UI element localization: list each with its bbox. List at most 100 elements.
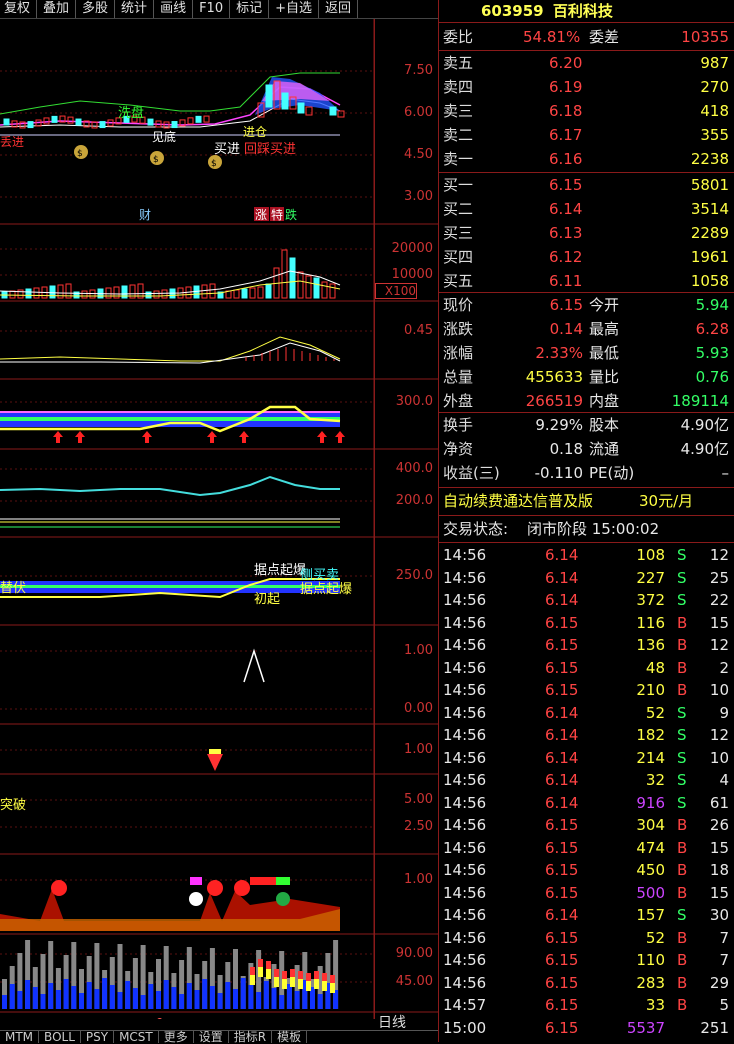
tick-time: 14:56 [443, 613, 487, 632]
chu-label: 初起 [254, 592, 280, 607]
candle [203, 115, 210, 123]
indicator-tab[interactable]: MTM [0, 1031, 40, 1043]
tick-count: 18 [709, 861, 729, 879]
tick-price: 6.14 [545, 568, 579, 587]
period-selector[interactable]: 日线 [378, 1012, 406, 1032]
promo-banner[interactable]: 自动续费通达信普及版 30元/月 [439, 490, 734, 512]
indicator-tab[interactable]: MCST [114, 1031, 159, 1043]
tick-price: 6.15 [545, 658, 579, 677]
tick-price: 6.14 [545, 793, 579, 812]
tick-time: 14:56 [443, 838, 487, 857]
ind11-bar-blue [86, 982, 92, 1009]
promo-text: 自动续费通达信普及版 [443, 492, 594, 510]
kline-chart[interactable]: 洗盘 见底 买进 回踩买进 进仓 丢进 $ $ $ 财 涨 特 跌 替伏 据点起… [0, 19, 438, 1019]
up-arrow-icon [53, 431, 63, 443]
toolbar-button[interactable]: 返回 [319, 0, 359, 18]
volume-bar [25, 288, 32, 299]
stock-name: 百利科技 [552, 2, 613, 20]
tick-side: S [677, 546, 687, 564]
ind11-bar-red [322, 973, 327, 981]
bid-row[interactable]: 买二 6.14 3514 [439, 198, 734, 220]
book-price: 6.19 [549, 78, 583, 96]
book-label: 卖二 [443, 126, 474, 144]
fund-value: – [721, 464, 730, 482]
tick-price: 6.14 [545, 726, 579, 744]
toolbar-button[interactable]: 叠加 [37, 0, 77, 18]
svg-text:$: $ [153, 155, 159, 165]
up-arrow-icon [207, 431, 217, 443]
ind11-bar-blue [63, 979, 69, 1009]
tick-row: 14:56 6.14 916 S 61 [439, 792, 734, 814]
tick-row: 14:56 6.15 110 B 7 [439, 949, 734, 971]
tick-time: 14:56 [443, 861, 487, 879]
tick-volume: 116 [636, 613, 665, 632]
ask-row[interactable]: 卖五 6.20 987 [439, 52, 734, 74]
toolbar-button[interactable]: 多股 [76, 0, 116, 18]
toolbar-button[interactable]: 复权 [0, 0, 38, 18]
tick-row: 14:57 6.15 33 B 5 [439, 994, 734, 1016]
toolbar-button[interactable]: +自选 [269, 0, 320, 18]
tick-side: B [677, 951, 688, 969]
ask-row[interactable]: 卖二 6.17 355 [439, 124, 734, 146]
weicha-label: 委差 [589, 28, 620, 46]
ind11-bar-red [282, 971, 287, 979]
tick-time: 14:56 [443, 658, 487, 677]
toolbar-button[interactable]: F10 [193, 0, 231, 18]
ind11-bar-blue [132, 988, 138, 1009]
tick-count: 30 [709, 906, 729, 924]
ask-row[interactable]: 卖四 6.19 270 [439, 76, 734, 98]
up-arrow-icon [75, 431, 85, 443]
candle [281, 92, 289, 110]
volume-bar [241, 288, 248, 299]
weicha-value: 10355 [681, 28, 729, 46]
indicator-tab[interactable]: 更多 [159, 1031, 194, 1043]
tick-time: 14:56 [443, 793, 487, 812]
y-axis: 7.50 6.00 4.50 3.00 20000 10000 X100 0.4… [374, 19, 439, 1019]
axis-label: 45.00 [395, 974, 433, 989]
toolbar-button[interactable]: 标记 [230, 0, 270, 18]
ind11-bar-blue [317, 994, 323, 1009]
ind11-bar-blue [109, 985, 115, 1009]
ask-row[interactable]: 卖三 6.18 418 [439, 100, 734, 122]
bid-row[interactable]: 买五 6.11 1058 [439, 270, 734, 292]
quote-row: 涨幅 2.33% 最低 5.93 [439, 342, 734, 364]
axis-label: 20000 [391, 241, 433, 256]
toolbar-button[interactable]: 画线 [154, 0, 194, 18]
candle [75, 118, 82, 126]
bid-row[interactable]: 买三 6.13 2289 [439, 222, 734, 244]
xipan-label: 洗盘 [118, 105, 144, 121]
axis-label: 1.00 [404, 643, 433, 658]
volume-bar [145, 291, 152, 299]
indicator-tab[interactable]: 模板 [272, 1031, 308, 1043]
bid-row[interactable]: 买一 6.15 5801 [439, 174, 734, 196]
volume-bar [49, 285, 56, 299]
maijin-label: 买进 [214, 142, 240, 157]
tick-count: 9 [719, 703, 729, 722]
tick-volume: 32 [645, 771, 665, 789]
candle [297, 102, 305, 114]
svg-text:$: $ [211, 159, 217, 169]
tick-time: 14:56 [443, 726, 487, 744]
trade-status: 交易状态: 闭市阶段 15:00:02 [439, 518, 734, 540]
indicator-tab[interactable]: PSY [81, 1031, 115, 1043]
indicator-tab[interactable]: 指标R [229, 1031, 273, 1043]
indicator-tab[interactable]: 设置 [194, 1031, 229, 1043]
ask-row[interactable]: 卖一 6.16 2238 [439, 148, 734, 170]
ind11-bar-blue [148, 984, 154, 1009]
fund-value: -0.110 [534, 464, 583, 482]
tick-time: 14:57 [443, 996, 487, 1014]
tick-side: B [677, 613, 688, 632]
tick-price: 6.15 [545, 613, 579, 632]
book-volume: 1961 [690, 248, 729, 266]
axis-label: 1.00 [404, 872, 433, 887]
ind11-bar-yellow [250, 975, 255, 985]
bid-row[interactable]: 买四 6.12 1961 [439, 246, 734, 268]
indicator-tab[interactable]: BOLL [39, 1031, 81, 1043]
tick-price: 6.15 [545, 861, 579, 879]
tick-count: 22 [709, 591, 729, 609]
book-price: 6.14 [549, 200, 583, 218]
ind11-bar-yellow [330, 983, 335, 993]
tick-volume: 110 [636, 951, 665, 969]
toolbar-button[interactable]: 统计 [115, 0, 155, 18]
quote-row: 涨跌 0.14 最高 6.28 [439, 318, 734, 340]
